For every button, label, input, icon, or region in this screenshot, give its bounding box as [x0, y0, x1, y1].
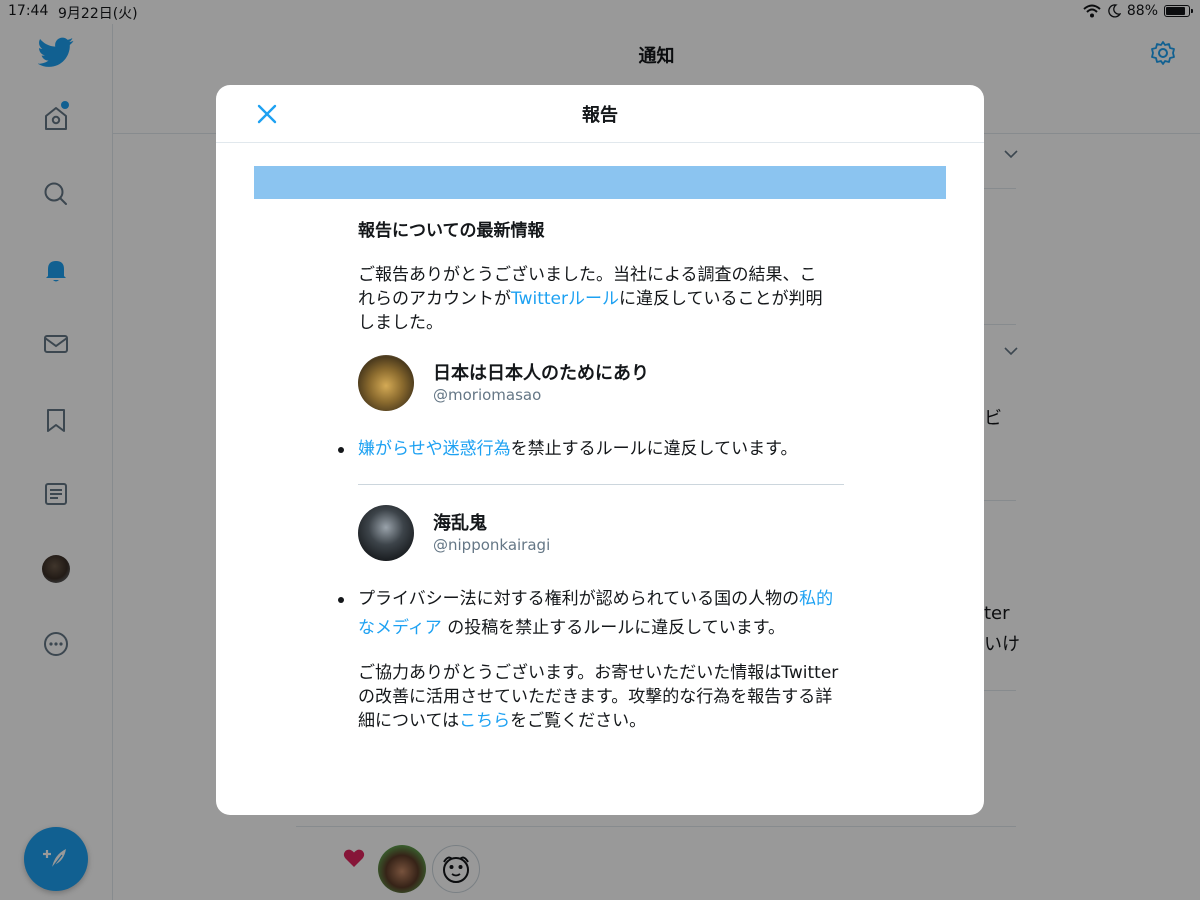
- modal-header: 報告: [216, 85, 984, 143]
- twitter-rules-link[interactable]: Twitterルール: [511, 289, 619, 309]
- thanks-text: ご協力ありがとうございます。お寄せいただいた情報はTwitterの改善に活用させ…: [358, 663, 839, 731]
- details-link[interactable]: こちら: [459, 711, 510, 731]
- report-modal: 報告 報告についての最新情報 ご報告ありがとうございました。当社による調査の結果…: [216, 85, 984, 815]
- violation-reason: プライバシー法に対する権利が認められている国の人物の私的なメディア の投稿を禁止…: [338, 585, 846, 643]
- violation-reason: 嫌がらせや迷惑行為を禁止するルールに違反しています。: [338, 435, 846, 464]
- account-name: 海乱鬼: [433, 513, 487, 534]
- avatar[interactable]: [358, 505, 414, 561]
- modal-title: 報告: [582, 105, 618, 126]
- divider: [358, 484, 844, 485]
- harassment-rule-link[interactable]: 嫌がらせや迷惑行為: [358, 439, 511, 459]
- report-content: 報告についての最新情報 ご報告ありがとうございました。当社による調査の結果、これ…: [338, 219, 846, 733]
- section-title: 報告についての最新情報: [358, 221, 545, 241]
- account-handle: @nipponkairagi: [433, 536, 551, 554]
- account-name: 日本は日本人のためにあり: [433, 363, 649, 384]
- intro-text: ご報告ありがとうございました。当社による調査の結果、これらのアカウントがTwit…: [358, 265, 823, 333]
- avatar[interactable]: [358, 355, 414, 411]
- report-banner: [254, 166, 946, 199]
- reported-account-1[interactable]: 日本は日本人のためにあり @moriomasao: [358, 355, 846, 413]
- reported-account-2[interactable]: 海乱鬼 @nipponkairagi: [358, 505, 846, 563]
- account-handle: @moriomasao: [433, 386, 542, 404]
